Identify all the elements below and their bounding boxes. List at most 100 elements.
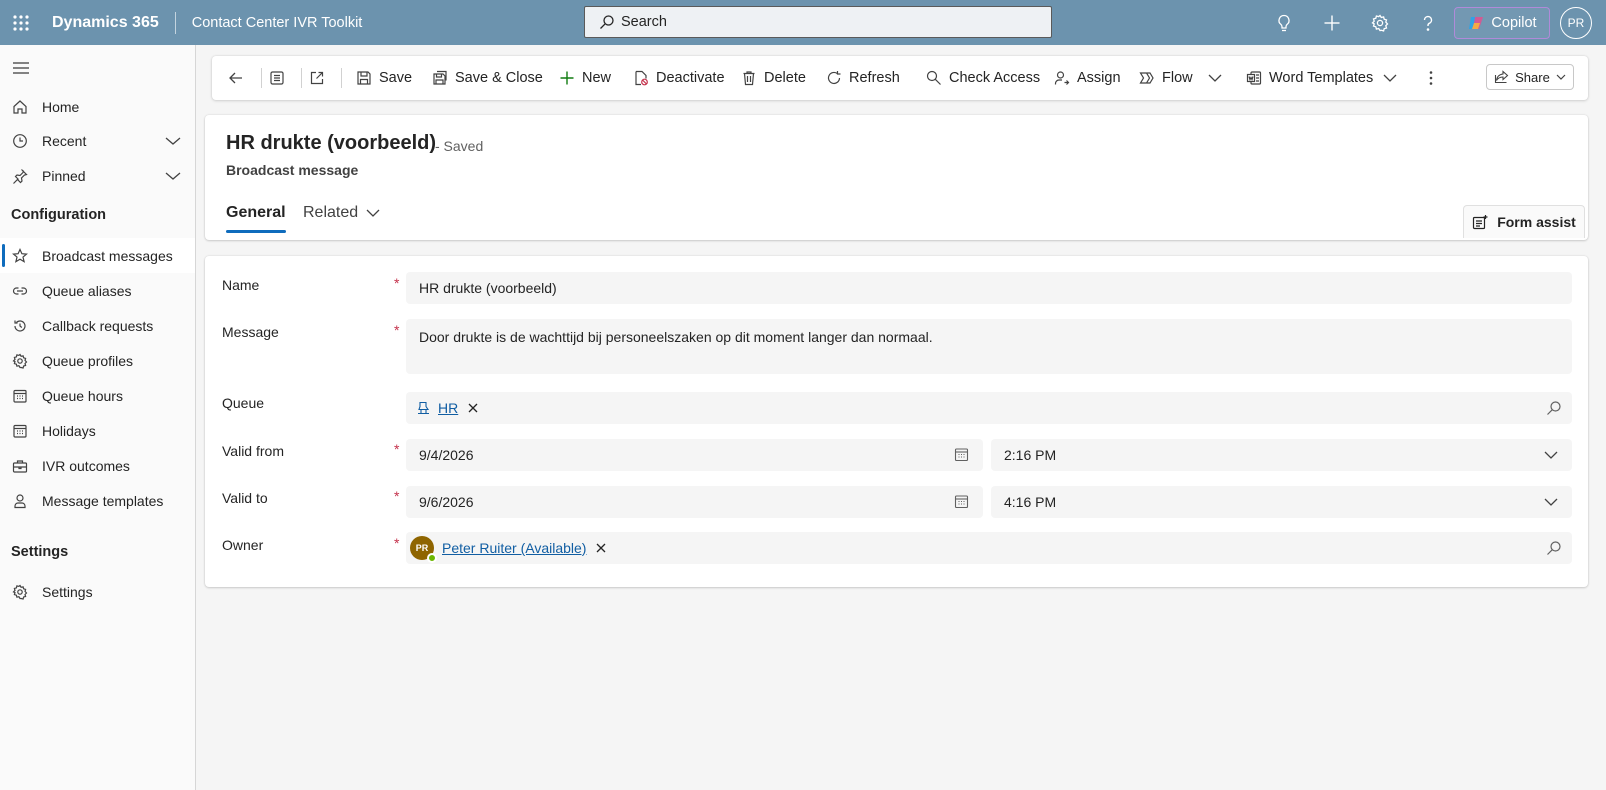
- global-search-box[interactable]: [584, 6, 1052, 38]
- chevron-down-icon[interactable]: [1544, 497, 1558, 507]
- plus-icon[interactable]: [1308, 0, 1356, 45]
- clock-icon: [10, 133, 30, 149]
- toolbar-divider: [301, 68, 302, 88]
- sidebar-item-callback-requests[interactable]: Callback requests: [0, 308, 195, 343]
- queue-lookup-field[interactable]: HR: [406, 392, 1572, 424]
- app-name[interactable]: Contact Center IVR Toolkit: [192, 15, 363, 31]
- open-new-window-icon: [309, 70, 325, 86]
- search-icon[interactable]: [1546, 400, 1562, 416]
- home-icon: [10, 99, 30, 115]
- sidebar-item-pinned[interactable]: Pinned: [0, 158, 195, 193]
- refresh-button[interactable]: Refresh: [826, 56, 900, 100]
- sidebar-item-queue-profiles[interactable]: Queue profiles: [0, 343, 195, 378]
- save-icon: [356, 70, 372, 86]
- flow-button[interactable]: Flow: [1139, 56, 1193, 100]
- tab-related[interactable]: Related: [303, 195, 380, 231]
- required-indicator: *: [394, 441, 400, 457]
- save-and-close-button[interactable]: Save & Close: [432, 56, 543, 100]
- queue-label: Queue: [222, 395, 265, 411]
- record-title: HR drukte (voorbeeld): [226, 132, 437, 154]
- search-input[interactable]: [621, 14, 1021, 30]
- gear-icon: [10, 584, 30, 600]
- toolbar-divider: [261, 68, 262, 88]
- hamburger-icon[interactable]: [12, 61, 30, 75]
- chevron-down-icon[interactable]: [1544, 450, 1558, 460]
- sidebar-item-recent[interactable]: Recent: [0, 123, 195, 158]
- valid-to-date-field[interactable]: 9/6/2026: [406, 486, 983, 518]
- sidebar-item-holidays[interactable]: Holidays: [0, 413, 195, 448]
- word-templates-dropdown[interactable]: [1383, 56, 1397, 100]
- tab-general[interactable]: General: [226, 195, 286, 233]
- record-header: HR drukte (voorbeeld) - Saved Broadcast …: [205, 115, 1588, 240]
- new-button[interactable]: New: [559, 56, 611, 100]
- share-button[interactable]: Share: [1486, 64, 1574, 90]
- share-icon: [1494, 70, 1509, 84]
- pin-icon: [10, 168, 30, 184]
- queue-link[interactable]: HR: [438, 400, 458, 416]
- save-status: - Saved: [435, 138, 484, 154]
- close-icon[interactable]: [596, 543, 606, 553]
- check-access-label: Check Access: [949, 70, 1041, 86]
- copilot-button[interactable]: Copilot: [1454, 6, 1550, 39]
- sidebar-item-home[interactable]: Home: [0, 89, 195, 124]
- brand-name[interactable]: Dynamics 365: [52, 14, 159, 32]
- chevron-down-icon: [1556, 74, 1566, 80]
- save-button[interactable]: Save: [356, 56, 412, 100]
- name-field[interactable]: HR drukte (voorbeeld): [406, 272, 1572, 304]
- check-access-button[interactable]: Check Access: [926, 56, 1040, 100]
- magnify-icon: [926, 70, 942, 86]
- sidebar-item-queue-aliases[interactable]: Queue aliases: [0, 273, 195, 308]
- owner-initials: PR: [415, 543, 429, 553]
- sidebar-item-label: Home: [42, 98, 80, 115]
- search-icon[interactable]: [1546, 540, 1562, 556]
- top-right-actions: Copilot PR: [1260, 0, 1606, 45]
- refresh-label: Refresh: [849, 70, 900, 86]
- valid-from-time-field[interactable]: 2:16 PM: [991, 439, 1572, 471]
- sidebar-item-label: Queue aliases: [42, 282, 132, 299]
- star-icon: [10, 247, 30, 264]
- message-field[interactable]: Door drukte is de wachttijd bij personee…: [406, 319, 1572, 374]
- open-new-window-button[interactable]: [309, 56, 325, 100]
- chevron-down-icon[interactable]: [165, 171, 181, 181]
- back-button[interactable]: [228, 56, 244, 100]
- gear-icon[interactable]: [1356, 0, 1404, 45]
- chevron-down-icon[interactable]: [165, 136, 181, 146]
- waffle-icon[interactable]: [0, 0, 42, 45]
- sidebar-item-label: Callback requests: [42, 317, 154, 334]
- word-templates-button[interactable]: Word Templates: [1246, 56, 1373, 100]
- flow-dropdown[interactable]: [1208, 56, 1222, 100]
- assign-button[interactable]: Assign: [1054, 56, 1121, 100]
- sidebar-item-label: Holidays: [42, 422, 96, 439]
- sidebar: Home Recent Pinned Configuration Broadca…: [0, 45, 196, 790]
- word-templates-label: Word Templates: [1269, 70, 1374, 86]
- more-commands-button[interactable]: [1428, 56, 1434, 100]
- lightbulb-icon[interactable]: [1260, 0, 1308, 45]
- required-indicator: *: [394, 535, 400, 551]
- sidebar-item-message-templates[interactable]: Message templates: [0, 483, 195, 518]
- sidebar-item-ivr-outcomes[interactable]: IVR outcomes: [0, 448, 195, 483]
- valid-from-time-value: 2:16 PM: [1004, 447, 1057, 463]
- calendar-icon[interactable]: [954, 494, 969, 509]
- calendar-icon[interactable]: [954, 447, 969, 462]
- sidebar-item-label: Settings: [42, 583, 93, 600]
- assign-label: Assign: [1077, 70, 1121, 86]
- save-and-close-label: Save & Close: [455, 70, 543, 86]
- sidebar-item-broadcast-messages[interactable]: Broadcast messages: [0, 238, 195, 273]
- close-icon[interactable]: [468, 403, 478, 413]
- form-assist-button[interactable]: Form assist: [1463, 205, 1585, 238]
- sidebar-item-queue-hours[interactable]: Queue hours: [0, 378, 195, 413]
- user-avatar[interactable]: PR: [1560, 6, 1592, 39]
- record-set-button[interactable]: [269, 56, 285, 100]
- flow-label: Flow: [1162, 70, 1193, 86]
- sidebar-item-label: Broadcast messages: [42, 247, 173, 264]
- more-vertical-icon: [1428, 70, 1434, 86]
- delete-button[interactable]: Delete: [741, 56, 806, 100]
- valid-from-date-field[interactable]: 9/4/2026: [406, 439, 983, 471]
- help-icon[interactable]: [1404, 0, 1452, 45]
- sidebar-item-settings[interactable]: Settings: [0, 574, 195, 609]
- owner-link[interactable]: Peter Ruiter (Available): [442, 540, 586, 556]
- valid-to-time-field[interactable]: 4:16 PM: [991, 486, 1572, 518]
- chevron-down-icon: [1383, 73, 1397, 83]
- owner-lookup-field[interactable]: PR Peter Ruiter (Available): [406, 532, 1572, 564]
- deactivate-button[interactable]: Deactivate: [633, 56, 725, 100]
